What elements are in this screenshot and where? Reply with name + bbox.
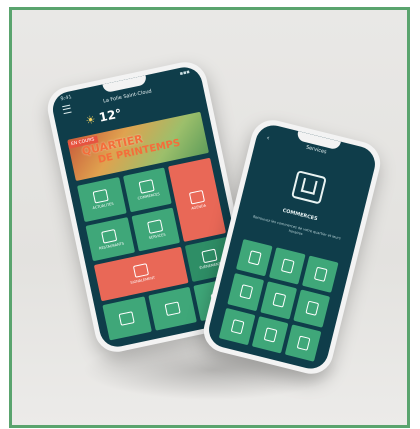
tile-extra-1[interactable] (102, 295, 152, 341)
flower-icon (304, 300, 319, 317)
calendar-icon (188, 189, 205, 205)
service-tile[interactable] (301, 255, 339, 294)
bag-icon (118, 310, 136, 326)
temperature: 12° (97, 106, 123, 125)
service-tile[interactable] (293, 289, 331, 328)
scissors-icon (230, 318, 245, 335)
service-tile[interactable] (284, 324, 322, 362)
bottle-icon (280, 258, 295, 274)
star-icon (201, 248, 218, 264)
bread-icon (238, 284, 253, 300)
shop-icon (138, 179, 155, 195)
phone-right-screen: ‹ Services COMMERCES Retrouvez les comme… (205, 121, 379, 373)
newspaper-icon (92, 189, 110, 204)
service-tile[interactable] (227, 273, 265, 311)
shop-icon (313, 266, 328, 282)
weather-widget: ☀ 12° (84, 106, 123, 127)
service-tile[interactable] (260, 281, 298, 320)
fork-icon (101, 228, 118, 244)
sun-icon: ☀ (84, 112, 97, 128)
tile-shops[interactable]: COMMERCES (122, 167, 172, 212)
service-tile[interactable] (218, 307, 256, 346)
service-tile[interactable] (268, 247, 306, 285)
phone-right: ‹ Services COMMERCES Retrouvez les comme… (199, 115, 385, 379)
service-tile[interactable] (251, 315, 289, 354)
tile-services[interactable]: SERVICES (131, 206, 181, 252)
service-tile[interactable] (235, 239, 273, 277)
bottle-icon (247, 250, 262, 266)
tile-restaurants[interactable]: RESTAURANTS (85, 216, 135, 262)
paw-icon (296, 335, 311, 351)
grid-icon (146, 218, 164, 234)
image-frame: 9:41 ▪▪▪ La Folie Saint-Cloud ☀ 12° EN CO… (9, 7, 410, 428)
book-icon (263, 327, 278, 343)
commerce-logo-icon (290, 170, 327, 205)
bottle-icon (271, 292, 286, 308)
service-grid (218, 239, 339, 362)
tile-extra-2[interactable] (147, 286, 198, 331)
trash-icon (164, 301, 181, 316)
tile-news[interactable]: ACTUALITÉS (77, 177, 127, 222)
alert-icon (132, 263, 149, 279)
